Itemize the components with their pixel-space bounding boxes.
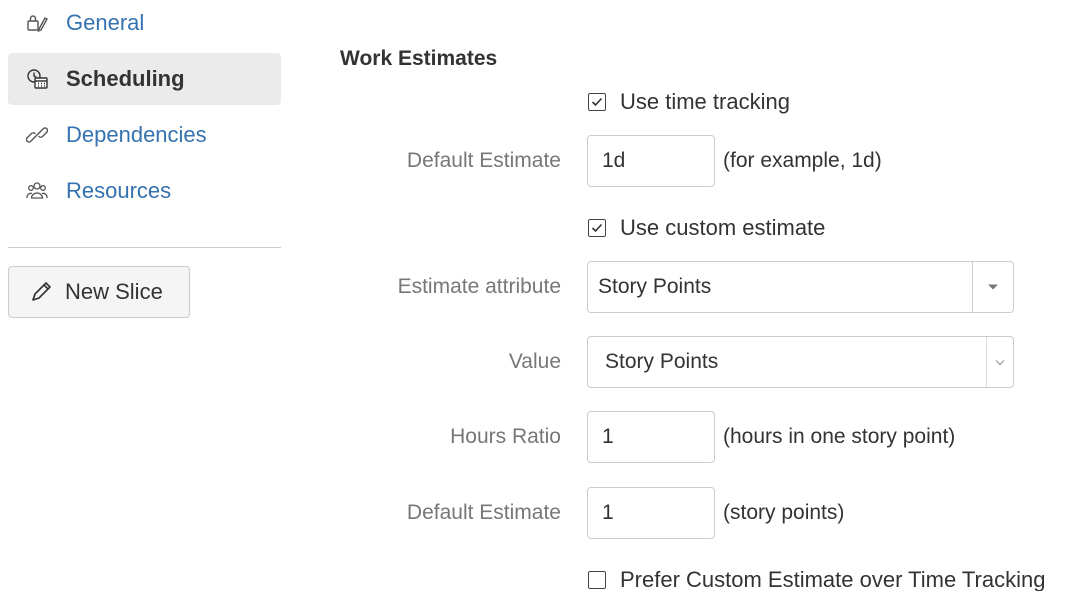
calendar-clock-icon [26,68,48,90]
sidebar-item-label: General [66,10,145,35]
sidebar-item-label: Dependencies [66,122,207,147]
sidebar-item-label: Resources [66,178,172,203]
sidebar-item-scheduling[interactable]: Scheduling [8,53,281,105]
sidebar: General Scheduling Dependencies Resource… [0,0,290,591]
prefer-custom-estimate-checkbox[interactable]: Prefer Custom Estimate over Time Trackin… [588,567,1045,591]
prefer-custom-estimate-label: Prefer Custom Estimate over Time Trackin… [620,567,1046,591]
value-label: Value [508,350,561,373]
hours-ratio-input[interactable] [587,411,715,463]
sidebar-divider [8,247,281,248]
value-select-value: Story Points [605,350,719,373]
sidebar-item-general[interactable]: General [8,0,281,49]
sidebar-item-label: Scheduling [66,66,185,91]
pencil-icon [29,280,53,304]
section-title: Work Estimates [340,47,498,70]
checkbox-checked-icon[interactable] [588,219,606,237]
use-custom-estimate-checkbox[interactable]: Use custom estimate [588,215,825,241]
hours-ratio-hint: (hours in one story point) [723,425,956,448]
default-estimate-points-input[interactable] [587,487,715,539]
use-time-tracking-checkbox[interactable]: Use time tracking [588,89,790,115]
default-estimate-points-hint: (story points) [723,501,845,524]
general-settings-icon [26,12,48,34]
default-estimate-time-input[interactable] [587,135,715,187]
link-icon [26,124,48,146]
chevron-down-icon[interactable] [986,337,1013,387]
use-custom-estimate-label: Use custom estimate [620,215,826,240]
checkbox-unchecked-icon[interactable] [588,571,606,589]
default-estimate-points-label: Default Estimate [406,501,561,524]
hours-ratio-label: Hours Ratio [450,425,561,448]
dropdown-toggle[interactable] [972,262,1013,312]
people-icon [26,180,48,202]
use-time-tracking-label: Use time tracking [620,89,790,114]
sidebar-item-resources[interactable]: Resources [8,165,281,217]
value-select[interactable]: Story Points [587,336,1014,388]
estimate-attribute-label: Estimate attribute [397,275,561,298]
new-slice-label: New Slice [65,279,163,304]
sidebar-item-dependencies[interactable]: Dependencies [8,109,281,161]
estimate-attribute-value: Story Points [598,275,712,298]
default-estimate-hint: (for example, 1d) [723,149,882,172]
new-slice-button[interactable]: New Slice [8,266,190,318]
estimate-attribute-select[interactable]: Story Points [587,261,1014,313]
scheduling-settings-page: General Scheduling Dependencies Resource… [0,0,1088,591]
default-estimate-label: Default Estimate [406,149,561,172]
caret-down-icon [988,284,998,290]
checkbox-checked-icon[interactable] [588,93,606,111]
